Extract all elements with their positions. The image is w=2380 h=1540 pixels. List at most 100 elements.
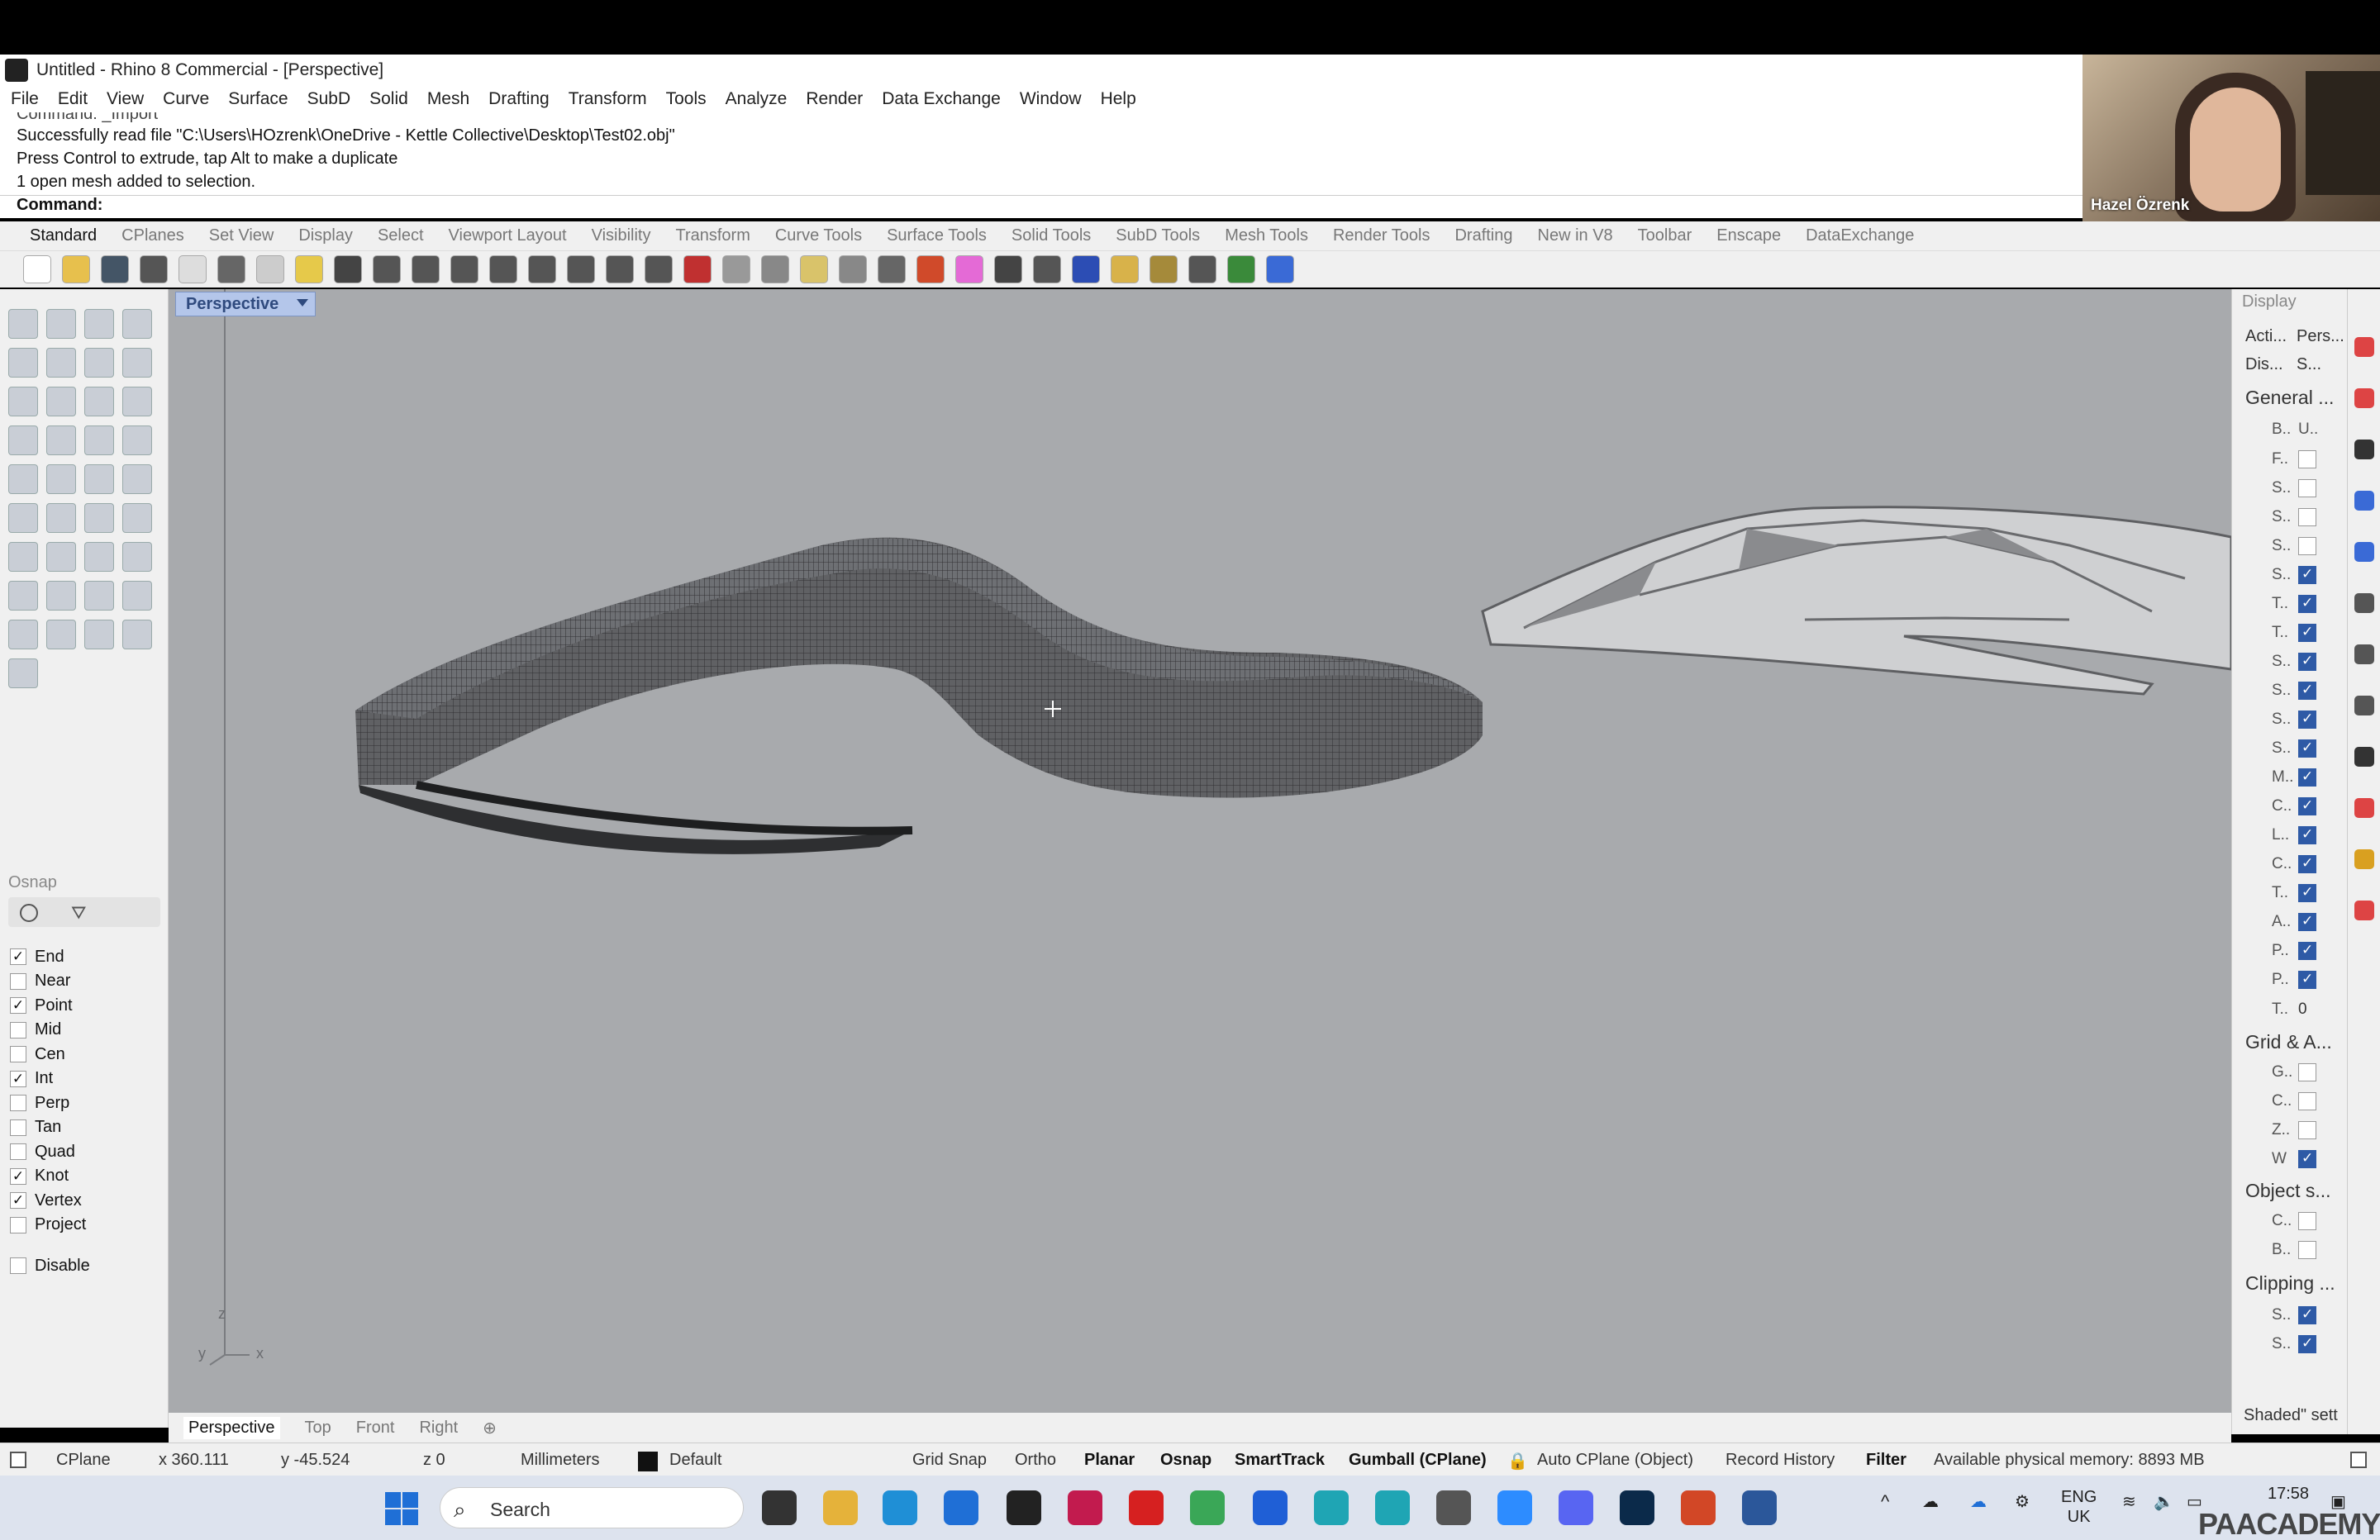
osnap-item-vertex[interactable]: ✓ Vertex (10, 1189, 82, 1212)
general-row-value[interactable]: U.. (2298, 421, 2318, 439)
undo-icon[interactable] (334, 255, 362, 283)
display-option-checkbox[interactable] (2298, 826, 2316, 844)
osnap-item-perp[interactable]: Perp (10, 1091, 69, 1115)
display-option-row[interactable]: B.. (2272, 1238, 2316, 1262)
display-option-checkbox[interactable] (2298, 971, 2316, 989)
group-icon[interactable] (84, 503, 114, 533)
edge-icon[interactable] (883, 1490, 917, 1525)
curve-icon[interactable] (122, 309, 152, 339)
status-units[interactable]: Millimeters (521, 1451, 600, 1470)
add-viewport-icon[interactable]: ⊕ (483, 1418, 497, 1438)
lock-icon[interactable] (878, 255, 906, 283)
cut-icon[interactable] (217, 255, 245, 283)
osnap-icon[interactable] (761, 255, 789, 283)
display-option-checkbox[interactable] (2298, 1306, 2316, 1324)
open-icon[interactable] (62, 255, 90, 283)
grid-section-header[interactable]: Grid & A... (2245, 1031, 2332, 1053)
explode-icon[interactable] (46, 503, 76, 533)
rotate-icon[interactable] (606, 255, 634, 283)
rhino-icon[interactable] (1007, 1490, 1041, 1525)
display-option-row[interactable]: S.. (2272, 650, 2316, 673)
filter-icon[interactable]: ⛛ (71, 902, 86, 924)
osnap-checkbox[interactable] (10, 1143, 26, 1160)
box-icon[interactable] (8, 425, 38, 455)
import-icon[interactable] (178, 255, 207, 283)
array-icon[interactable] (84, 542, 114, 572)
display-option-value[interactable]: 0 (2298, 1001, 2307, 1019)
help-icon[interactable] (1266, 255, 1294, 283)
display-option-row[interactable]: C.. (2272, 795, 2316, 818)
file-explorer-icon[interactable] (823, 1490, 858, 1525)
display-option-row[interactable]: T.. (2272, 592, 2316, 616)
word-icon[interactable] (1742, 1490, 1777, 1525)
menu-item-drafting[interactable]: Drafting (488, 89, 550, 109)
osnap-item-point[interactable]: ✓ Point (10, 994, 73, 1017)
indesign-icon[interactable] (1068, 1490, 1102, 1525)
menu-item-help[interactable]: Help (1101, 89, 1136, 109)
tab-curve-tools[interactable]: Curve Tools (775, 226, 862, 245)
viewport-tab-top[interactable]: Top (305, 1419, 331, 1438)
viewport-canvas[interactable] (169, 289, 2231, 1413)
rendered-sphere-icon[interactable] (1072, 255, 1100, 283)
layout-icon[interactable] (8, 620, 38, 649)
surface-edge-icon[interactable] (122, 387, 152, 416)
tab-surface-tools[interactable]: Surface Tools (887, 226, 987, 245)
display-option-row[interactable]: P.. (2272, 968, 2316, 991)
paste-icon[interactable] (295, 255, 323, 283)
active-viewport-value[interactable]: Pers... (2297, 327, 2344, 346)
display-option-row[interactable]: S.. (2272, 1333, 2316, 1356)
display-option-row[interactable]: C.. (2272, 853, 2316, 876)
display-option-row[interactable]: S.. (2272, 1304, 2316, 1327)
tab-subd-tools[interactable]: SubD Tools (1116, 226, 1200, 245)
fillet-icon[interactable] (8, 387, 38, 416)
outlook-icon[interactable] (944, 1490, 978, 1525)
language-indicator[interactable]: ENG UK (2061, 1487, 2097, 1527)
status-panel-toggle-icon[interactable] (2350, 1452, 2367, 1468)
camera-icon[interactable] (2354, 747, 2374, 767)
new-icon[interactable] (23, 255, 51, 283)
display-option-row[interactable]: G.. (2272, 1061, 2316, 1084)
menu-item-surface[interactable]: Surface (228, 89, 288, 109)
display-option-checkbox[interactable] (2298, 768, 2316, 787)
objects-section-header[interactable]: Object s... (2245, 1180, 2331, 1202)
status-layer[interactable]: Default (669, 1451, 721, 1470)
osnap-checkbox[interactable] (10, 1095, 26, 1111)
network-status-icon[interactable]: ⚙ (2015, 1492, 2030, 1512)
osnap-disable[interactable]: Disable (10, 1254, 90, 1277)
display-option-checkbox[interactable] (2298, 566, 2316, 584)
general-section-header[interactable]: General ... (2245, 387, 2334, 409)
osnap-item-project[interactable]: Project (10, 1214, 86, 1237)
display-option-row[interactable]: T.. (2272, 621, 2316, 644)
help-panel-icon[interactable] (2354, 644, 2374, 664)
display-option-row[interactable]: W (2272, 1148, 2316, 1171)
dimension-icon[interactable] (1188, 255, 1216, 283)
osnap-item-end[interactable]: ✓ End (10, 945, 64, 968)
sun-icon[interactable] (2354, 798, 2374, 818)
osnap-target-icon[interactable] (20, 904, 38, 922)
align-icon[interactable] (122, 581, 152, 611)
maya-icon[interactable] (1314, 1490, 1349, 1525)
display-option-checkbox[interactable] (2298, 1121, 2316, 1139)
gear-icon[interactable] (1150, 255, 1178, 283)
display-icon[interactable] (2354, 440, 2374, 459)
display-option-row[interactable]: P.. (2272, 939, 2316, 962)
status-cplane[interactable]: CPlane (56, 1451, 111, 1470)
copy-icon[interactable] (256, 255, 284, 283)
scale-icon[interactable] (46, 542, 76, 572)
osnap-disable-checkbox[interactable] (10, 1257, 26, 1274)
display-option-row[interactable]: S.. (2272, 535, 2316, 558)
tab-drafting[interactable]: Drafting (1454, 226, 1512, 245)
display-option-row[interactable]: S.. (2272, 477, 2316, 500)
display-option-checkbox[interactable] (2298, 855, 2316, 873)
render-panel-icon[interactable] (2354, 491, 2374, 511)
display-option-checkbox[interactable] (2298, 942, 2316, 960)
menu-item-render[interactable]: Render (806, 89, 863, 109)
split-icon[interactable] (122, 464, 152, 494)
onedrive-business-icon[interactable]: ☁ (1970, 1492, 1987, 1512)
tab-visibility[interactable]: Visibility (592, 226, 651, 245)
cplane-icon[interactable] (722, 255, 750, 283)
polyline-icon[interactable] (84, 309, 114, 339)
osnap-item-int[interactable]: ✓ Int (10, 1067, 53, 1091)
tab-mesh-tools[interactable]: Mesh Tools (1225, 226, 1308, 245)
paint-panel-icon[interactable] (2354, 901, 2374, 920)
